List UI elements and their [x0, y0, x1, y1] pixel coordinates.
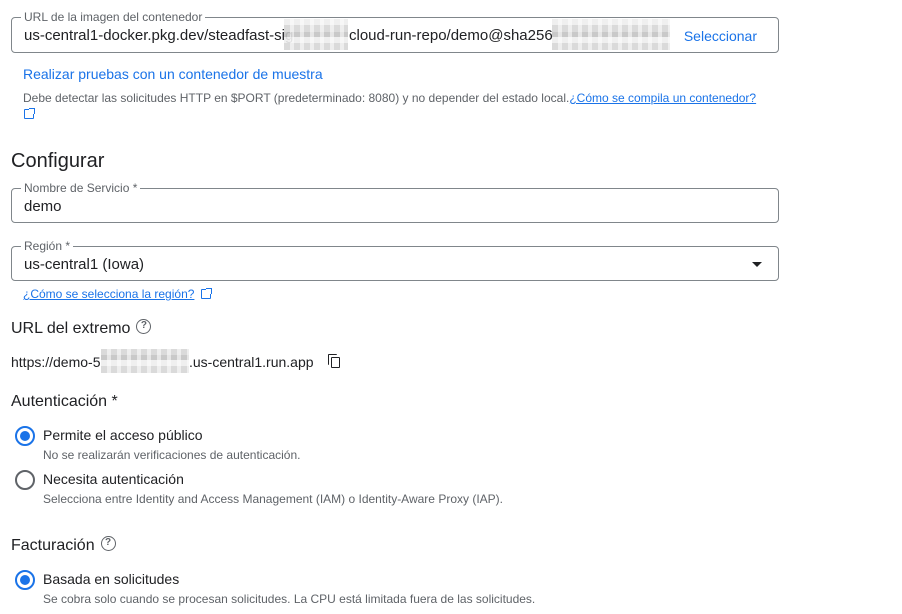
container-image-url-field[interactable]: URL de la imagen del contenedor us-centr… — [11, 10, 779, 53]
container-image-url-value-mid: cloud-run-repo/demo@sha256 — [349, 27, 553, 44]
how-to-build-container-link[interactable]: ¿Cómo se compila un contenedor? — [569, 91, 756, 105]
select-container-button[interactable]: Seleccionar — [684, 28, 757, 44]
region-help-link[interactable]: ¿Cómo se selecciona la región? — [23, 287, 194, 301]
billing-requests-desc: Se cobra solo cuando se procesan solicit… — [43, 592, 536, 606]
region-value: us-central1 (Iowa) — [24, 256, 145, 273]
billing-heading: Facturación — [11, 537, 95, 554]
container-image-url-label: URL de la imagen del contenedor — [21, 10, 206, 24]
region-select[interactable]: Región * us-central1 (Iowa) — [11, 239, 779, 281]
billing-requests-radio[interactable] — [15, 570, 35, 590]
configure-heading: Configurar — [11, 150, 105, 172]
container-image-url-value-start: us-central1-docker.pkg.dev/steadfast-sig — [24, 27, 294, 44]
sample-container-link[interactable]: Realizar pruebas con un contenedor de mu… — [23, 66, 323, 82]
auth-required-label: Necesita autenticación — [43, 471, 184, 487]
endpoint-url: https://demo-5 — [11, 354, 101, 370]
endpoint-heading-row: URL del extremo? — [11, 319, 152, 338]
container-hint-text: Debe detectar las solicitudes HTTP en $P… — [23, 91, 570, 105]
external-link-icon[interactable] — [200, 287, 212, 299]
service-name-field[interactable]: Nombre de Servicio * demo — [11, 181, 779, 223]
redacted-block — [284, 19, 348, 50]
auth-public-desc: No se realizarán verificaciones de auten… — [43, 448, 301, 462]
redacted-block — [552, 19, 670, 50]
external-link-icon[interactable] — [24, 108, 35, 119]
billing-requests-label: Basada en solicitudes — [43, 571, 180, 587]
auth-required-desc: Selecciona entre Identity and Access Man… — [43, 492, 503, 506]
copy-icon[interactable] — [328, 354, 341, 368]
redacted-block — [101, 349, 189, 373]
region-help: ¿Cómo se selecciona la región? — [23, 287, 212, 301]
help-circle-icon[interactable]: ? — [136, 319, 152, 335]
auth-required-radio[interactable] — [15, 470, 35, 490]
auth-public-radio[interactable] — [15, 426, 35, 446]
endpoint-url-end: .us-central1.run.app — [189, 354, 314, 370]
dropdown-arrow-icon[interactable] — [752, 262, 762, 267]
endpoint-heading: URL del extremo — [11, 320, 131, 337]
service-name-label: Nombre de Servicio * — [21, 181, 141, 195]
auth-public-label: Permite el acceso público — [43, 427, 203, 443]
region-label: Región * — [21, 239, 74, 253]
help-circle-icon[interactable]: ? — [100, 536, 116, 552]
service-name-value: demo — [24, 198, 62, 215]
endpoint-url-start: https://demo-5 — [11, 354, 101, 370]
auth-heading: Autenticación * — [11, 393, 118, 410]
container-hint: Debe detectar las solicitudes HTTP en $P… — [23, 91, 756, 105]
billing-heading-row: Facturación? — [11, 536, 116, 555]
